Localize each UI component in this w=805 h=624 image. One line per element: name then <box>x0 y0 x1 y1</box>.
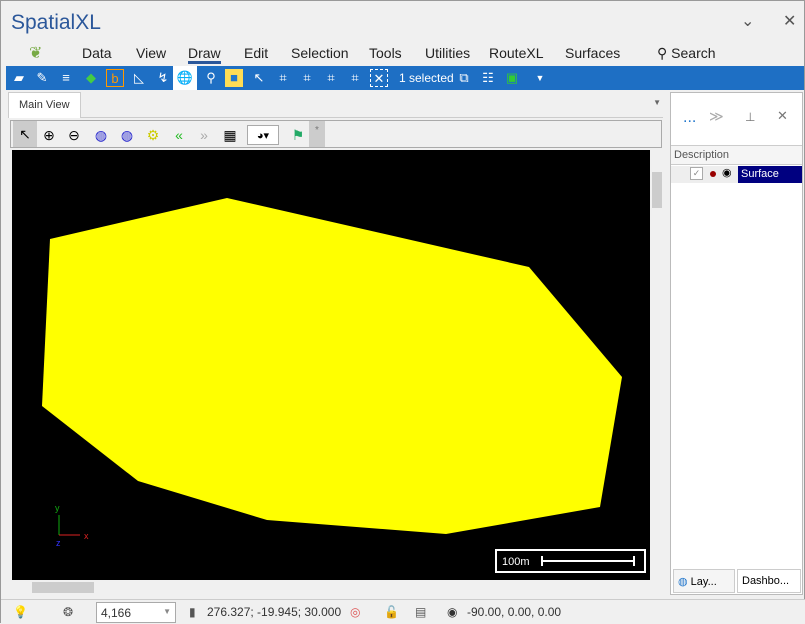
menu-edit[interactable]: Edit <box>244 45 268 61</box>
eye-icon[interactable]: ◉ <box>722 166 732 179</box>
view-angles: -90.00, 0.00, 0.00 <box>467 605 562 619</box>
horizontal-scroll-thumb[interactable] <box>32 582 94 593</box>
settings-gear-icon[interactable]: ⚙ <box>143 125 163 145</box>
excel-export-icon[interactable]: ▣ <box>503 69 521 87</box>
axis-indicator: y x z <box>55 503 89 548</box>
unlock-icon[interactable]: 🔓 <box>384 605 399 619</box>
globe-icon[interactable]: 🌐 <box>173 66 197 90</box>
bookmark-icon[interactable]: ⚑ <box>288 125 308 145</box>
modified-indicator: * <box>309 121 325 147</box>
menu-draw[interactable]: Draw <box>188 45 221 64</box>
column-header-description: Description <box>671 145 802 165</box>
table-icon[interactable]: ☷ <box>479 69 497 87</box>
eye-icon: ◉ <box>447 605 458 619</box>
close-icon[interactable]: ✕ <box>783 11 796 31</box>
menu-selection[interactable]: Selection <box>291 45 349 61</box>
map-pin-icon[interactable]: ⚲ <box>202 69 220 87</box>
toolbar-overflow-icon[interactable]: ▼ <box>531 69 549 87</box>
select-point-icon[interactable]: ↖ <box>250 69 268 87</box>
bing-icon[interactable]: b <box>106 69 124 87</box>
target-icon[interactable]: ◎ <box>350 605 360 619</box>
draw-toolbar: ▰ ✎ ≡ ◆ b ◺ ↯ 🌐 ⚲ ■ ↖ ⌗ ⌗ ⌗ ⌗ ✕ 1 select… <box>6 66 804 90</box>
layer-visibility-checkbox[interactable]: ✓ <box>690 167 703 180</box>
open-folder-icon[interactable]: ▰ <box>10 69 28 87</box>
tab-layers[interactable]: ◍ Lay... <box>673 569 735 593</box>
svg-text:x: x <box>84 531 89 541</box>
view-toolbar: ↖ ⊕ ⊖ ◍ ◍ ⚙ « » ▦ ◕▾ ⚑ * <box>10 120 662 148</box>
tab-dashboard[interactable]: Dashbo... <box>737 569 801 593</box>
cursor-coordinates: 276.327; -19.945; 30.000 <box>207 605 342 619</box>
layers-icon[interactable]: ≡ <box>57 69 75 87</box>
layer-row[interactable]: ✓ ◉ Surface <box>671 166 802 183</box>
svg-text:z: z <box>56 538 61 548</box>
menu-view[interactable]: View <box>136 45 166 61</box>
zoom-in-icon[interactable]: ⊕ <box>39 125 59 145</box>
layer-color-swatch <box>710 171 716 177</box>
close-panel-icon[interactable]: ✕ <box>777 108 788 124</box>
selection-count: 1 selected <box>399 71 454 85</box>
layer-name[interactable]: Surface <box>738 166 802 183</box>
selection-window-icon[interactable]: ⧉ <box>455 69 473 87</box>
clear-selection-icon[interactable]: ✕ <box>370 69 388 87</box>
search-button[interactable]: ⚲ Search <box>657 45 716 62</box>
search-icon: ⚲ <box>657 45 668 61</box>
previous-view-icon[interactable]: « <box>169 125 189 145</box>
svg-text:100m: 100m <box>502 556 530 568</box>
map-icon[interactable]: ◆ <box>82 69 100 87</box>
menu-data[interactable]: Data <box>82 45 112 61</box>
map-canvas[interactable]: y x z 100m <box>12 150 650 580</box>
select-polygon-icon[interactable]: ⌗ <box>322 69 340 87</box>
color-theme-dropdown[interactable]: ◕▾ <box>247 125 279 145</box>
tab-dropdown-icon[interactable]: ▼ <box>653 98 661 107</box>
frame-icon[interactable]: ■ <box>225 69 243 87</box>
more-options-button[interactable]: ... <box>683 109 696 127</box>
palette-icon[interactable]: ✎ <box>33 69 51 87</box>
axes-icon[interactable]: ↯ <box>154 69 172 87</box>
status-bar: 💡 ❂ 4,166 ▼ ▮ 276.327; -19.945; 30.000 ◎ … <box>1 599 805 624</box>
next-view-icon[interactable]: » <box>194 125 214 145</box>
vertical-scrollbar[interactable] <box>650 150 664 580</box>
menu-routexl[interactable]: RouteXL <box>489 45 543 61</box>
globe-icon: ◍ <box>678 576 688 588</box>
app-title: SpatialXL <box>11 11 101 34</box>
lightbulb-icon[interactable]: 💡 <box>13 605 28 619</box>
select-node-icon[interactable]: ⌗ <box>298 69 316 87</box>
surface-polygon[interactable] <box>42 198 622 534</box>
mouse-icon: ▮ <box>189 605 196 619</box>
zoom-out-icon[interactable]: ⊖ <box>64 125 84 145</box>
horizontal-scrollbar[interactable] <box>12 580 650 595</box>
select-box-icon[interactable]: ⌗ <box>346 69 364 87</box>
scale-bar: 100m <box>495 549 646 573</box>
pinecone-icon[interactable]: ❂ <box>63 605 73 619</box>
expand-icon[interactable]: ≫ <box>709 108 724 125</box>
menu-surfaces[interactable]: Surfaces <box>565 45 620 61</box>
menu-tools[interactable]: Tools <box>369 45 402 61</box>
comment-icon[interactable]: ▤ <box>415 605 426 619</box>
tab-main-view[interactable]: Main View <box>8 92 81 118</box>
triangle-ruler-icon[interactable]: ◺ <box>130 69 148 87</box>
pin-icon[interactable]: ⊥ <box>745 110 755 124</box>
globe-full-extent-icon[interactable]: ◍ <box>91 125 111 145</box>
menu-utilities[interactable]: Utilities <box>425 45 470 61</box>
layers-panel: ... ≫ ⊥ ✕ Description ✓ ◉ Surface ◍ Lay.… <box>670 92 803 595</box>
document-tabs: Main View ▼ <box>8 92 663 118</box>
pointer-icon[interactable]: ↖ <box>13 121 37 147</box>
zoom-level-dropdown[interactable]: 4,166 ▼ <box>96 602 176 623</box>
vertical-scroll-thumb[interactable] <box>652 172 662 208</box>
menu-bar: ❦ Data View Draw Edit Selection Tools Ut… <box>1 43 805 65</box>
globe-zoom-extent-icon[interactable]: ◍ <box>117 125 137 145</box>
select-vertex-icon[interactable]: ⌗ <box>274 69 292 87</box>
grid-icon[interactable]: ▦ <box>220 125 240 145</box>
svg-text:y: y <box>55 503 60 513</box>
app-logo-icon[interactable]: ❦ <box>29 43 42 63</box>
minimize-icon[interactable]: ⌄ <box>741 11 754 31</box>
